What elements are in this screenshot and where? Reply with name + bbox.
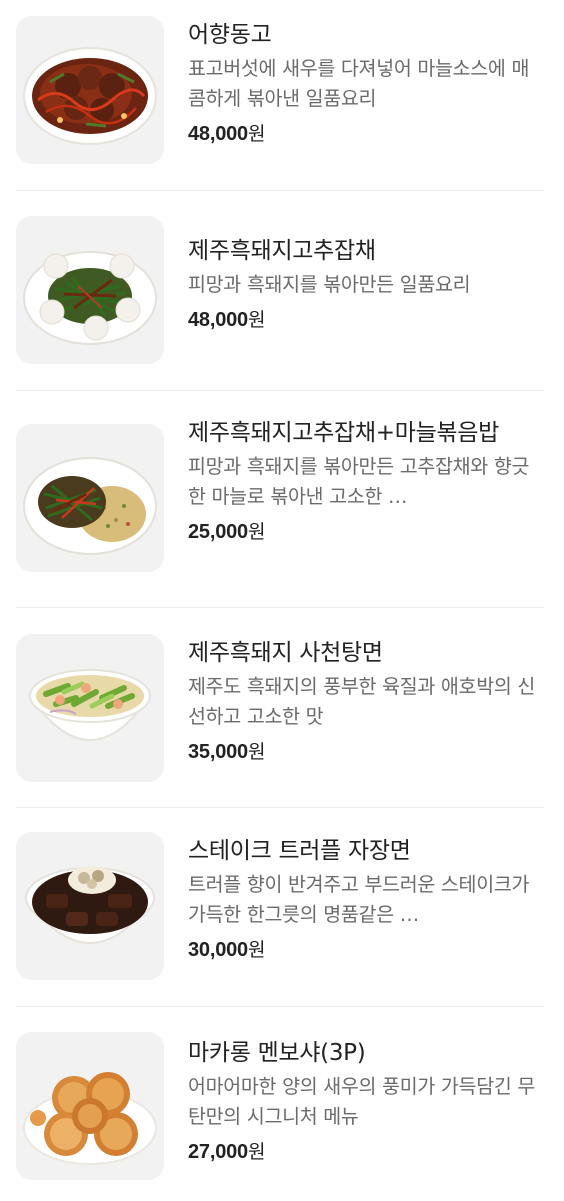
menu-item-price: 25,000원 [188, 518, 544, 546]
menu-item-description: 표고버섯에 새우를 다져넣어 마늘소스에 매콤하게 볶아낸 일품요리 [188, 57, 530, 110]
menu-item-description: 제주도 흑돼지의 풍부한 육질과 애호박의 신선하고 고소한 맛 [188, 675, 536, 728]
menu-item-sichuan-noodle[interactable]: 제주흑돼지 사천탕면 제주도 흑돼지의 풍부한 육질과 애호박의 신선하고 고소… [16, 634, 544, 784]
truffle-jajangmyeon-icon [16, 832, 164, 980]
menu-item-name: 스테이크 트러플 자장면 [188, 838, 411, 864]
price-unit: 원 [247, 1141, 266, 1163]
menu-item-price: 48,000원 [188, 120, 544, 148]
menu-item-price: 27,000원 [188, 1138, 544, 1166]
menu-item-japchae-fried-rice[interactable]: 제주흑돼지고추잡채+마늘볶음밥 피망과 흑돼지를 볶아만든 고추잡채와 향긋한 … [16, 420, 544, 574]
price-number: 27,000 [188, 1141, 248, 1163]
price-unit: 원 [247, 123, 266, 145]
menu-item-price: 48,000원 [188, 306, 544, 334]
japchae-fried-rice-dish-icon [16, 424, 164, 572]
menu-item-macaron-menbosha[interactable]: 마카롱 멘보샤(3P) 어마어마한 양의 새우의 풍미가 가득담긴 무탄만의 시… [16, 1032, 544, 1182]
menu-item-gochu-japchae[interactable]: 제주흑돼지고추잡채 피망과 흑돼지를 볶아만든 일품요리 48,000원 [16, 216, 544, 366]
price-number: 48,000 [188, 123, 248, 145]
price-number: 35,000 [188, 741, 248, 763]
divider [16, 807, 544, 808]
price-unit: 원 [247, 741, 266, 763]
menu-item-name: 어향동고 [188, 22, 272, 48]
price-number: 30,000 [188, 939, 248, 961]
menu-item-info: 어향동고 표고버섯에 새우를 다져넣어 마늘소스에 매콤하게 볶아낸 일품요리 … [188, 20, 544, 148]
menu-item-info: 제주흑돼지고추잡채 피망과 흑돼지를 볶아만든 일품요리 48,000원 [188, 236, 544, 334]
sichuan-noodle-soup-icon [16, 634, 164, 782]
menu-item-info: 제주흑돼지고추잡채+마늘볶음밥 피망과 흑돼지를 볶아만든 고추잡채와 향긋한 … [188, 418, 544, 546]
menu-item-name: 제주흑돼지고추잡채+마늘볶음밥 [188, 420, 500, 446]
menu-item-description: 피망과 흑돼지를 볶아만든 일품요리 [188, 273, 471, 296]
macaron-menbosha-icon [16, 1032, 164, 1180]
price-unit: 원 [247, 309, 266, 331]
divider [16, 190, 544, 191]
menu-item-info: 마카롱 멘보샤(3P) 어마어마한 양의 새우의 풍미가 가득담긴 무탄만의 시… [188, 1038, 544, 1166]
menu-item-info: 제주흑돼지 사천탕면 제주도 흑돼지의 풍부한 육질과 애호박의 신선하고 고소… [188, 638, 544, 766]
menu-item-name: 제주흑돼지고추잡채 [188, 238, 376, 264]
menu-item-description: 피망과 흑돼지를 볶아만든 고추잡채와 향긋한 마늘로 볶아낸 고소한 … [188, 455, 530, 508]
menu-item-name: 제주흑돼지 사천탕면 [188, 640, 383, 666]
eohyang-donggo-dish-icon [16, 16, 164, 164]
gochu-japchae-dish-icon [16, 216, 164, 364]
divider [16, 1006, 544, 1007]
price-number: 25,000 [188, 521, 248, 543]
price-number: 48,000 [188, 309, 248, 331]
menu-item-info: 스테이크 트러플 자장면 트러플 향이 반겨주고 부드러운 스테이크가 가득한 … [188, 836, 544, 964]
menu-item-truffle-jajangmyeon[interactable]: 스테이크 트러플 자장면 트러플 향이 반겨주고 부드러운 스테이크가 가득한 … [16, 832, 544, 982]
menu-item-price: 30,000원 [188, 936, 544, 964]
divider [16, 607, 544, 608]
price-unit: 원 [247, 521, 266, 543]
divider [16, 390, 544, 391]
menu-item-name: 마카롱 멘보샤(3P) [188, 1040, 366, 1066]
menu-item-eohyang-donggo[interactable]: 어향동고 표고버섯에 새우를 다져넣어 마늘소스에 매콤하게 볶아낸 일품요리 … [16, 16, 544, 166]
menu-item-price: 35,000원 [188, 738, 544, 766]
menu-item-description: 어마어마한 양의 새우의 풍미가 가득담긴 무탄만의 시그니처 메뉴 [188, 1075, 536, 1128]
price-unit: 원 [247, 939, 266, 961]
menu-item-description: 트러플 향이 반겨주고 부드러운 스테이크가 가득한 한그릇의 명품같은 … [188, 873, 530, 926]
